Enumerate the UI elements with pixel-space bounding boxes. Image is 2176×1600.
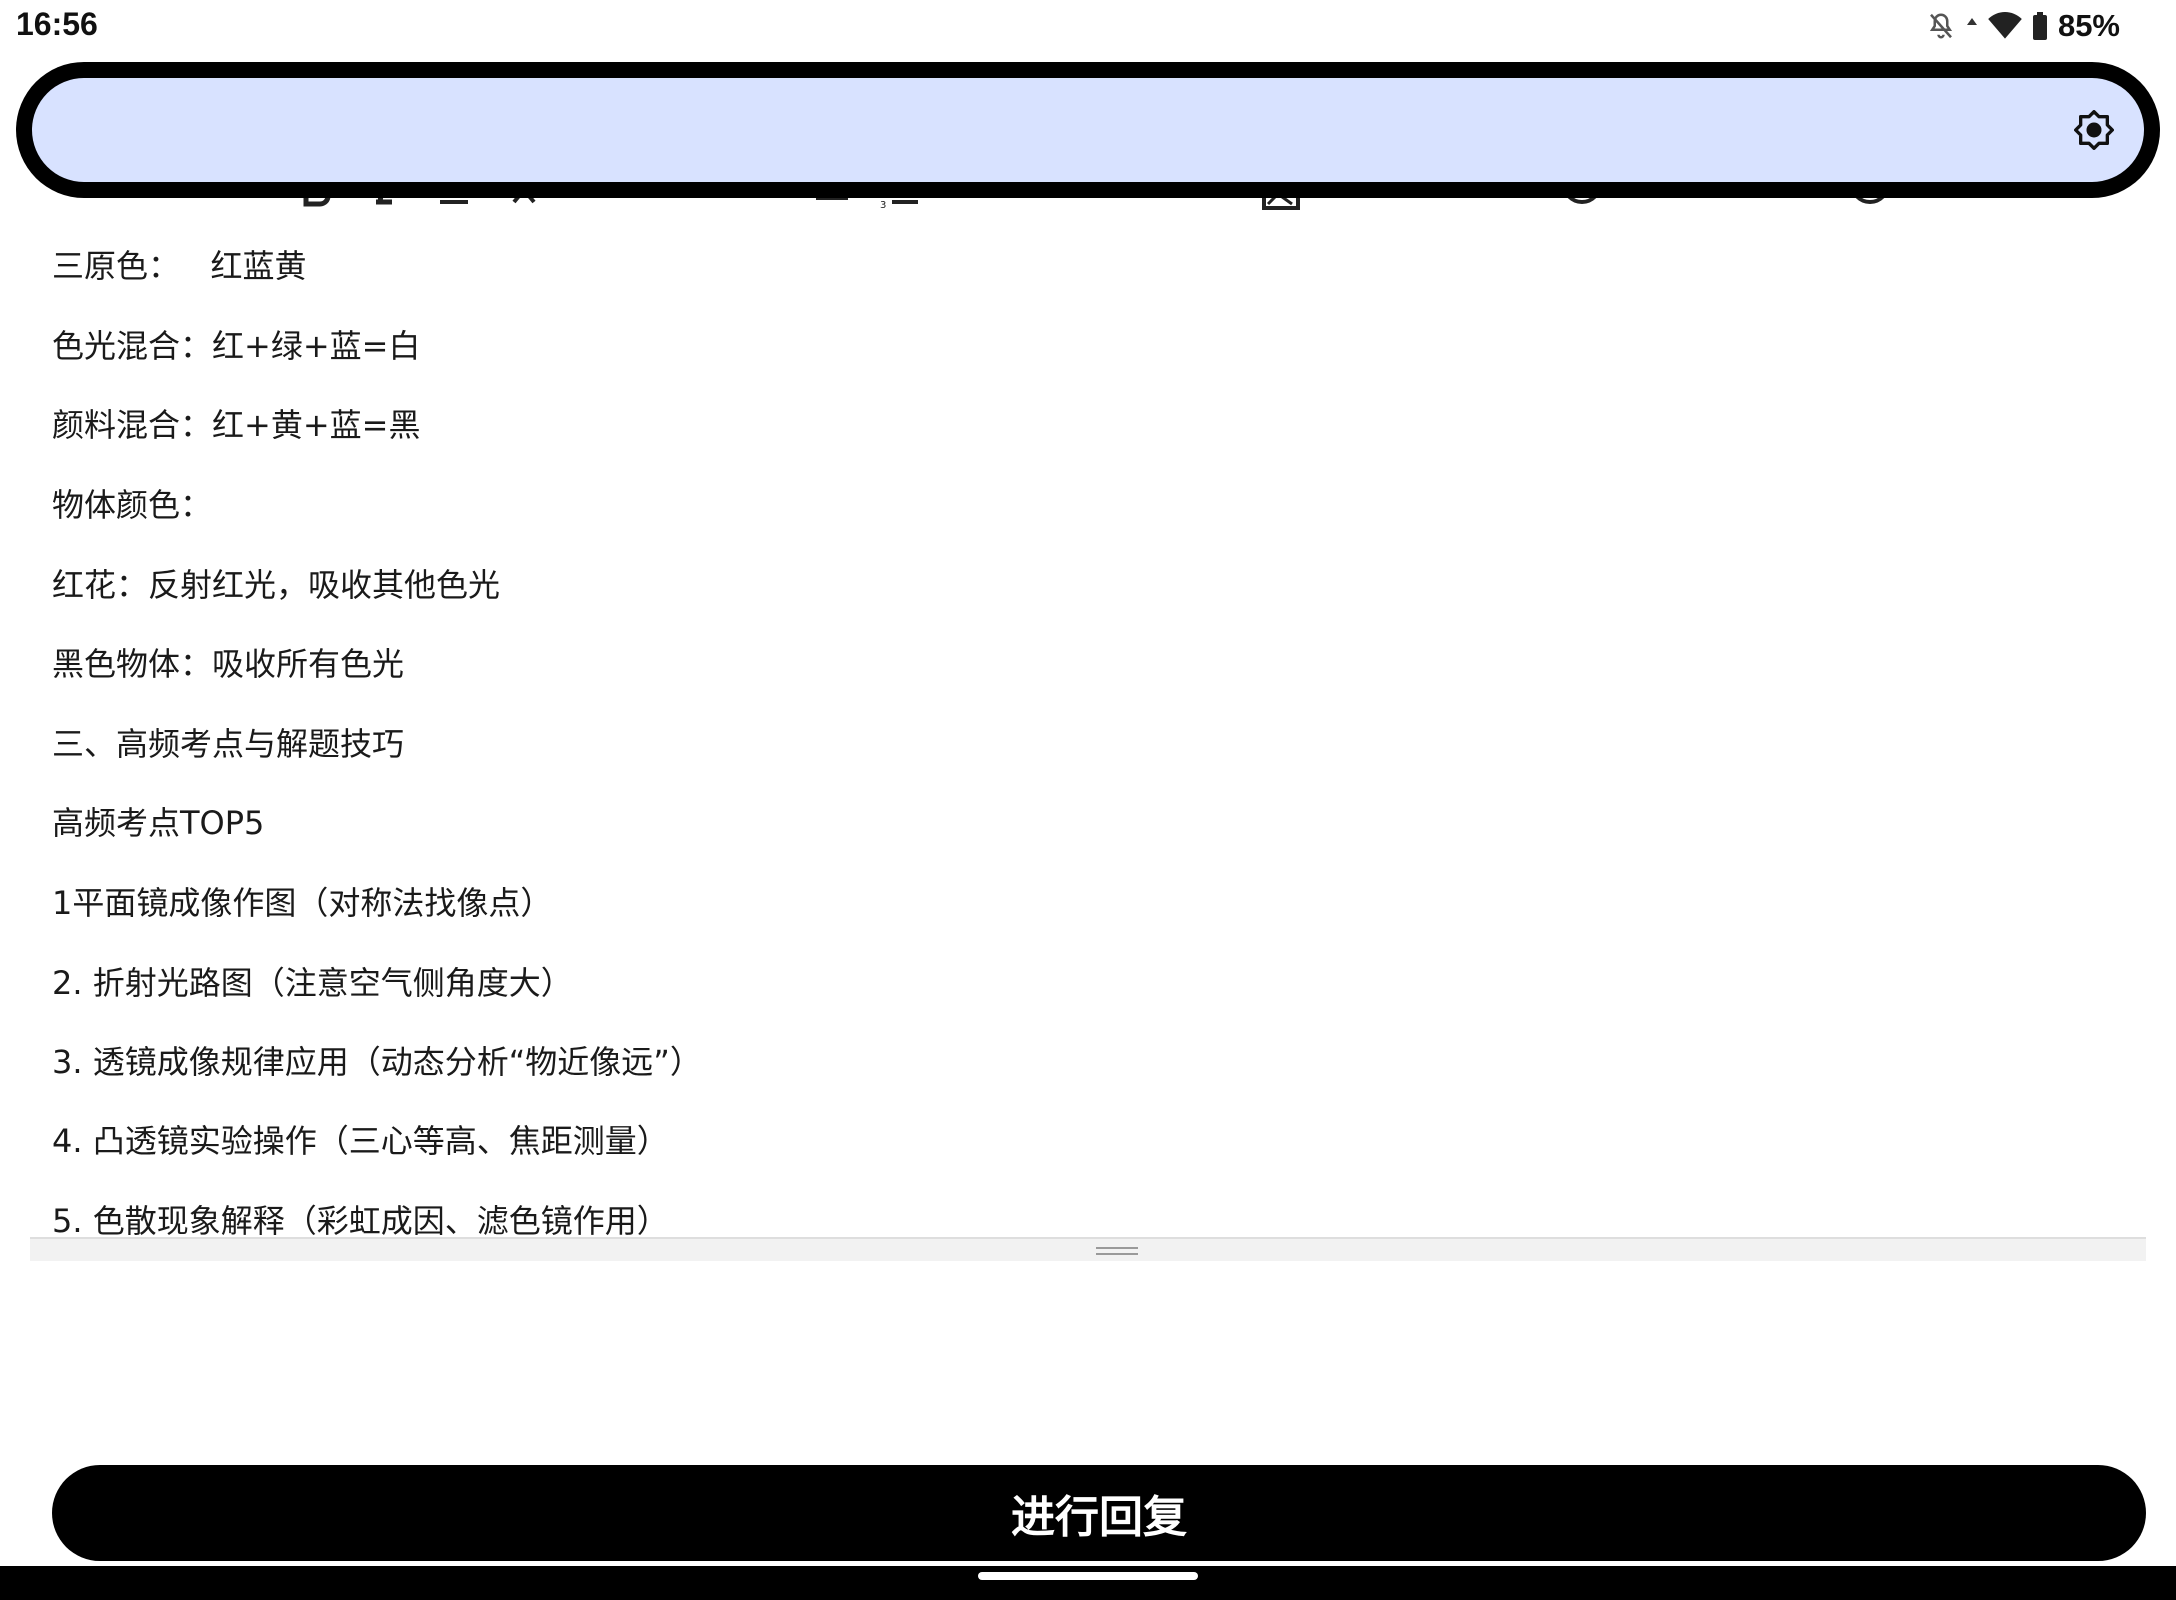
navigation-bar [0,1566,2176,1600]
reply-button[interactable]: 进行回复 [52,1465,2146,1561]
status-time: 16:56 [16,6,98,42]
text-line: 3. 透镜成像规律应用（动态分析“物近像远”） [52,1043,702,1081]
text-line: 1平面镜成像作图（对称法找像点） [52,884,553,922]
text-line: 三、高频考点与解题技巧 [52,725,405,763]
status-icons: 85% [1926,8,2120,44]
text-line: 三原色： 红蓝黄 [52,247,307,285]
battery-icon [2032,12,2048,40]
brightness-settings-icon[interactable] [2072,108,2116,152]
wifi-icon [1988,12,2022,40]
text-line: 2. 折射光路图（注意空气侧角度大） [52,964,573,1002]
text-line: 4. 凸透镜实验操作（三心等高、焦距测量） [52,1122,669,1160]
text-line: 高频考点TOP5 [52,804,265,842]
text-line: 红花：反射红光，吸收其他色光 [52,566,501,604]
status-bar: 16:56 85% [0,0,2176,52]
top-bar-surface[interactable] [32,78,2144,182]
battery-percent: 85% [2057,8,2120,43]
text-line: 黑色物体：吸收所有色光 [52,645,405,683]
editor-content[interactable]: 三原色： 红蓝黄 色光混合：红+绿+蓝=白 颜料混合：红+黄+蓝=黑 物体颜色：… [0,230,2176,1240]
resize-handle[interactable] [30,1237,2146,1261]
svg-text:3: 3 [880,200,886,210]
home-gesture-handle[interactable] [978,1572,1198,1580]
text-line: 物体颜色： [52,486,213,524]
drag-grip-icon[interactable] [1096,1247,1138,1255]
bell-off-icon [1926,11,1956,41]
data-arrow-icon [1966,16,1978,36]
text-line: 色光混合：红+绿+蓝=白 [52,327,421,365]
text-line: 5. 色散现象解释（彩虹成因、滤色镜作用） [52,1202,669,1240]
top-bar [16,62,2160,198]
text-line: 颜料混合：红+黄+蓝=黑 [52,406,421,444]
